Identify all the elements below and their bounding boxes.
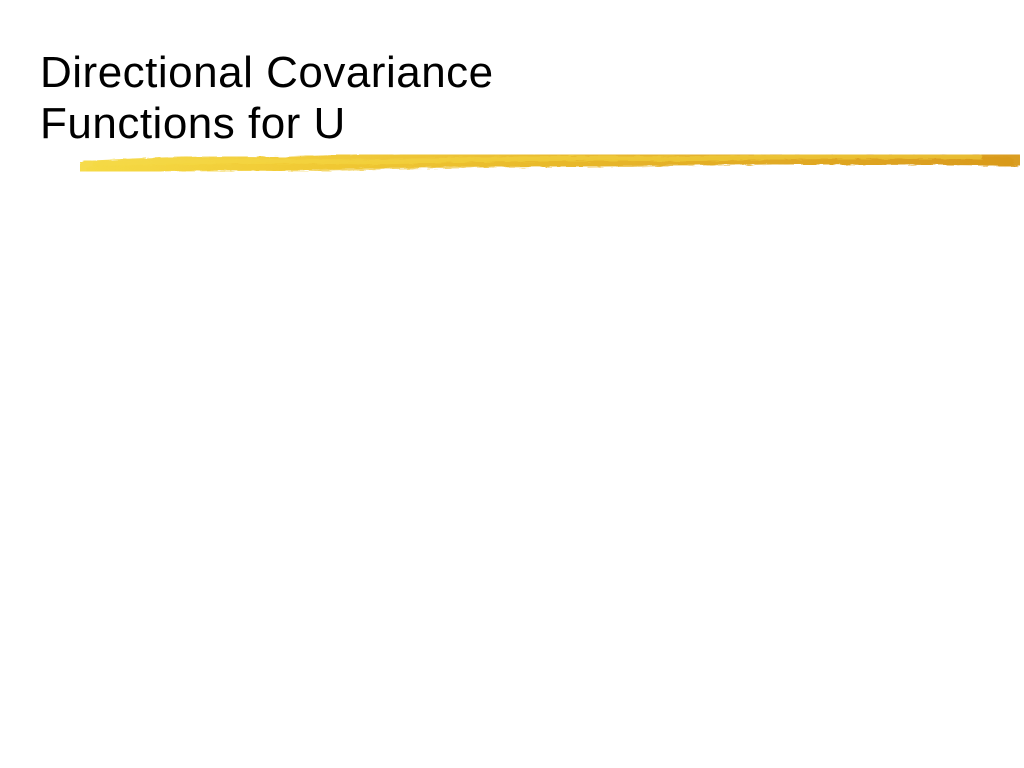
slide: Directional Covariance Functions for U xyxy=(0,0,1024,768)
title-line-1: Directional Covariance xyxy=(40,48,494,97)
page-title: Directional Covariance Functions for U xyxy=(40,48,494,149)
brush-underline-icon xyxy=(80,148,1020,180)
title-line-2: Functions for U xyxy=(40,99,346,148)
